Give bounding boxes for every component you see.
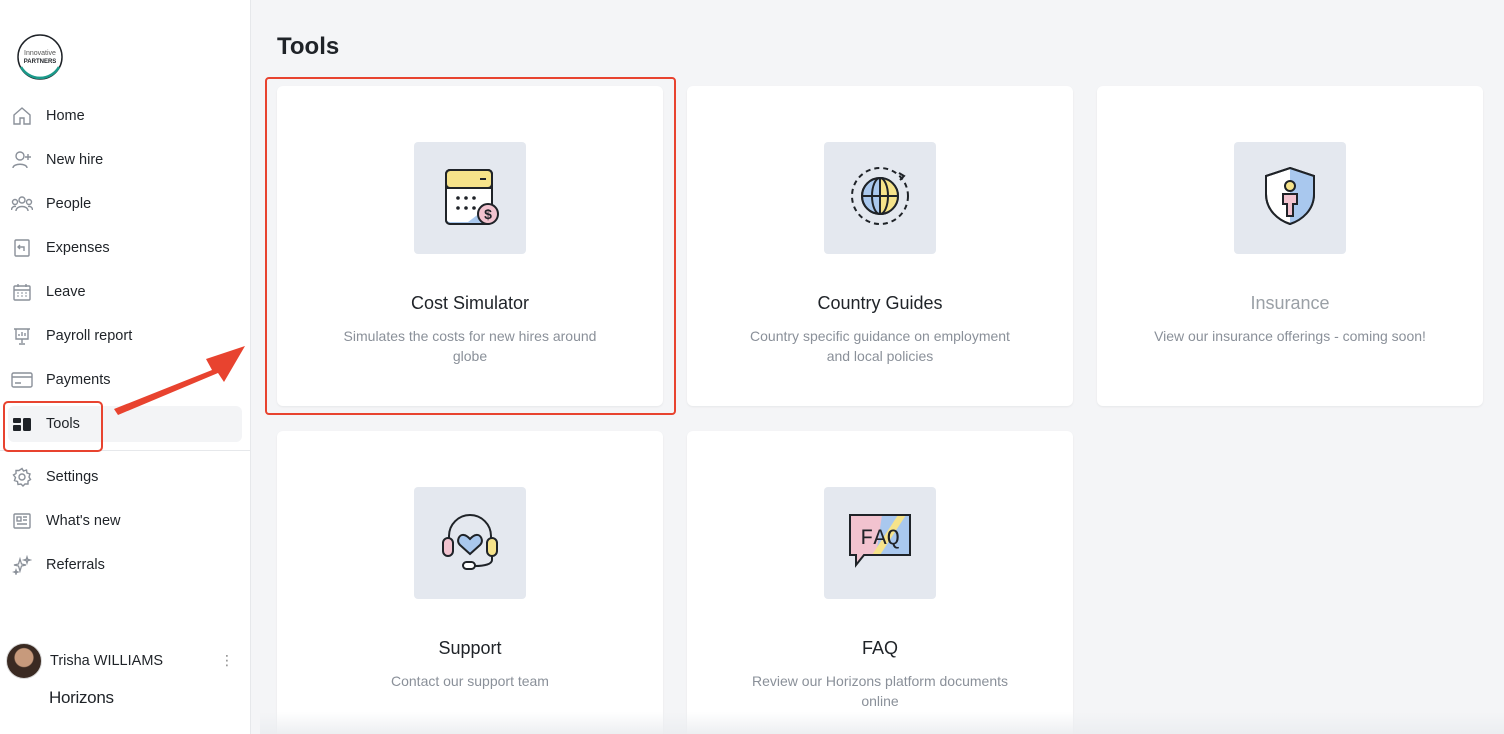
people-icon (10, 192, 34, 216)
tool-thumbnail (1234, 142, 1346, 254)
gear-icon (10, 465, 34, 489)
user-name: Trisha WILLIAMS (50, 653, 164, 669)
sidebar-item-label: Leave (46, 284, 86, 300)
svg-text:$: $ (484, 206, 492, 222)
sidebar-item-payments[interactable]: Payments (8, 362, 242, 398)
page-title: Tools (277, 33, 340, 60)
sidebar-item-people[interactable]: People (8, 186, 242, 222)
calendar-icon (10, 280, 34, 304)
tool-card-description: Simulates the costs for new hires around… (343, 328, 597, 364)
tool-card-support[interactable]: Support Contact our support team (277, 431, 663, 734)
tool-thumbnail: $ (414, 142, 526, 254)
sidebar-item-referrals[interactable]: Referrals (8, 547, 242, 583)
tool-card-title: FAQ (861, 638, 898, 658)
sidebar-item-settings[interactable]: Settings (8, 459, 242, 495)
tool-card-title: Cost Simulator (410, 293, 530, 313)
sidebar-item-whats-new[interactable]: What's new (8, 503, 242, 539)
tools-grid-icon (10, 412, 34, 436)
calculator-dollar-icon: $ (438, 164, 502, 233)
logo-line1: Innovative (24, 50, 56, 57)
tool-card-title: Insurance (1250, 293, 1330, 313)
receipt-icon (10, 236, 34, 260)
sidebar-item-payroll-report[interactable]: Payroll report (8, 318, 242, 354)
tool-card-description: Review our Horizons platform documents o… (752, 673, 1008, 709)
more-options-icon[interactable]: ⋮ (220, 652, 234, 669)
tool-thumbnail (414, 487, 526, 599)
sidebar-item-home[interactable]: Home (8, 98, 242, 134)
report-icon (10, 324, 34, 348)
faq-bubble-icon: FAQ (846, 511, 914, 576)
tool-card-title: Country Guides (817, 293, 943, 313)
newspaper-icon (10, 509, 34, 533)
svg-text:FAQ: FAQ (860, 526, 900, 551)
globe-icon (847, 163, 913, 234)
tool-card-country-guides[interactable]: Country Guides Country specific guidance… (687, 86, 1073, 406)
user-profile[interactable]: Trisha WILLIAMS ⋮ (6, 642, 244, 680)
sidebar-item-label: Payments (46, 372, 111, 388)
tool-card-description: Country specific guidance on employment … (750, 328, 1010, 364)
sidebar-item-leave[interactable]: Leave (8, 274, 242, 310)
sidebar-item-new-hire[interactable]: New hire (8, 142, 242, 178)
sidebar-item-label: Payroll report (46, 328, 133, 344)
tool-thumbnail: FAQ (824, 487, 936, 599)
credit-card-icon (10, 368, 34, 392)
sidebar-item-label: People (46, 196, 92, 212)
sidebar-item-expenses[interactable]: Expenses (8, 230, 242, 266)
sidebar-item-label: New hire (46, 152, 104, 168)
tool-card-cost-simulator[interactable]: $ Cost Simulator Simulates the costs for… (277, 86, 663, 406)
sidebar-item-tools[interactable]: Tools (8, 406, 242, 442)
sidebar-divider (0, 450, 251, 451)
headset-heart-icon (437, 508, 503, 579)
sidebar-item-label: Referrals (46, 557, 105, 573)
company-logo[interactable]: Innovative PARTNERS (13, 33, 67, 81)
tool-card-insurance[interactable]: Insurance View our insurance offerings -… (1097, 86, 1483, 406)
tool-card-faq[interactable]: FAQ FAQ Review our Horizons platform doc… (687, 431, 1073, 734)
shield-person-icon (1258, 164, 1322, 233)
sidebar-item-label: Tools (46, 416, 80, 432)
tool-card-description: Contact our support team (391, 673, 549, 689)
sidebar-item-label: Expenses (46, 240, 110, 256)
avatar (6, 643, 42, 679)
sparkles-icon (10, 553, 34, 577)
sidebar-item-label: Settings (46, 469, 99, 485)
tool-card-title: Support (438, 638, 502, 658)
tool-card-description: View our insurance offerings - coming so… (1154, 328, 1426, 344)
sidebar-item-label: Home (46, 108, 85, 124)
brand-wordmark: Horizons (49, 688, 114, 707)
logo-line2: PARTNERS (24, 59, 57, 65)
home-icon (10, 104, 34, 128)
sidebar-item-label: What's new (46, 513, 121, 529)
sidebar: Innovative PARTNERS Home New hire People… (0, 0, 251, 734)
user-plus-icon (10, 148, 34, 172)
tool-thumbnail (824, 142, 936, 254)
